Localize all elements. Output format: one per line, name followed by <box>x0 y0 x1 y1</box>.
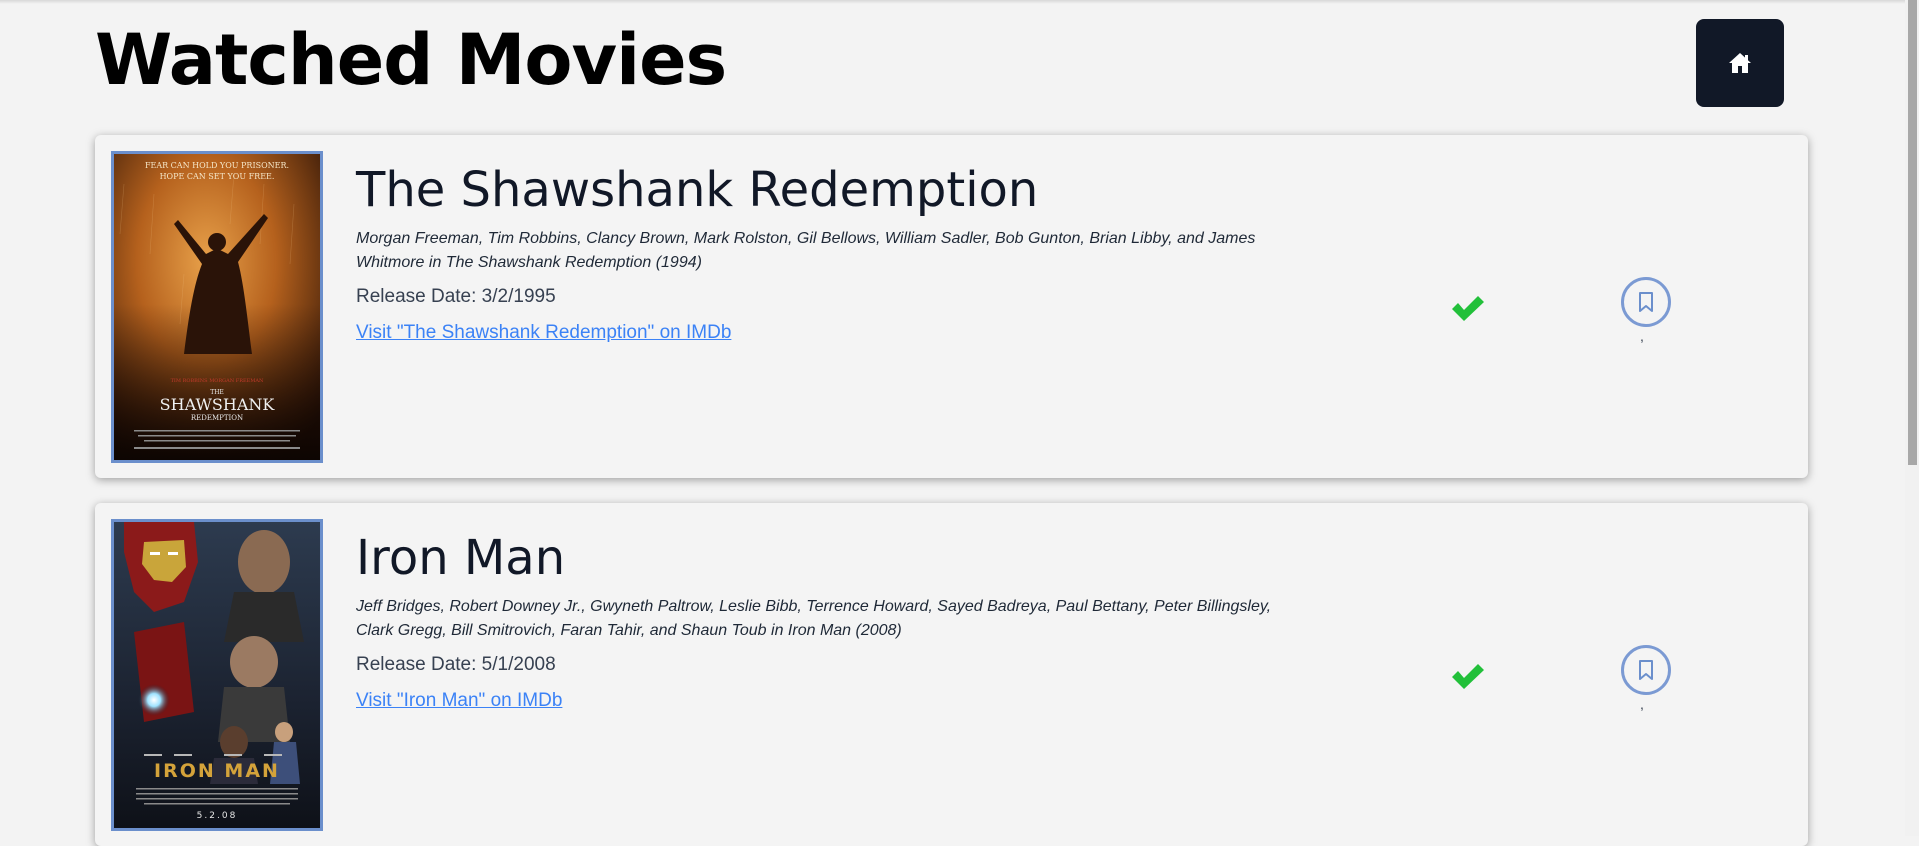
imdb-link[interactable]: Visit "The Shawshank Redemption" on IMDb <box>356 320 731 346</box>
movie-cast: Jeff Bridges, Robert Downey Jr., Gwyneth… <box>356 598 1272 639</box>
bookmark-count: , <box>1640 696 1644 712</box>
vertical-scrollbar[interactable] <box>1905 0 1919 836</box>
watched-movies-page: Watched Movies FEAR CAN HOLD YOU PRISONE… <box>0 0 1905 846</box>
poster-title-large: SHAWSHANK <box>160 395 276 414</box>
poster-tagline-1: FEAR CAN HOLD YOU PRISONER. <box>145 161 289 170</box>
bookmark-icon <box>1639 660 1653 680</box>
release-date: Release Date: 5/1/2008 <box>356 654 556 675</box>
home-button[interactable] <box>1696 19 1784 107</box>
movie-card: FEAR CAN HOLD YOU PRISONER. HOPE CAN SET… <box>95 135 1808 478</box>
movie-card: IRON MAN 5.2.08 Iron Man Jeff Bridges, R… <box>95 503 1808 846</box>
bookmark-button[interactable] <box>1621 277 1671 327</box>
poster-date: 5.2.08 <box>197 811 238 821</box>
home-icon <box>1729 53 1751 73</box>
release-date: Release Date: 3/2/1995 <box>356 286 556 307</box>
bookmark-count: , <box>1640 328 1644 344</box>
poster-actors: TIM ROBBINS MORGAN FREEMAN <box>171 378 264 384</box>
movie-cast: Morgan Freeman, Tim Robbins, Clancy Brow… <box>356 230 1256 271</box>
bookmark-icon <box>1639 292 1653 312</box>
scrollbar-thumb[interactable] <box>1908 0 1917 465</box>
top-shadow <box>0 0 1905 4</box>
poster-title-sub: REDEMPTION <box>191 414 243 422</box>
bookmark-button[interactable] <box>1621 645 1671 695</box>
check-icon[interactable] <box>1450 293 1486 323</box>
movie-poster[interactable]: IRON MAN 5.2.08 <box>111 519 323 831</box>
check-icon[interactable] <box>1450 661 1486 691</box>
movie-title: The Shawshank Redemption <box>356 162 1039 218</box>
movie-poster[interactable]: FEAR CAN HOLD YOU PRISONER. HOPE CAN SET… <box>111 151 323 463</box>
poster-tagline-2: HOPE CAN SET YOU FREE. <box>160 172 275 181</box>
poster-title-large: IRON MAN <box>154 760 280 782</box>
movie-title: Iron Man <box>356 530 566 586</box>
imdb-link[interactable]: Visit "Iron Man" on IMDb <box>356 688 562 714</box>
page-title: Watched Movies <box>95 19 727 101</box>
